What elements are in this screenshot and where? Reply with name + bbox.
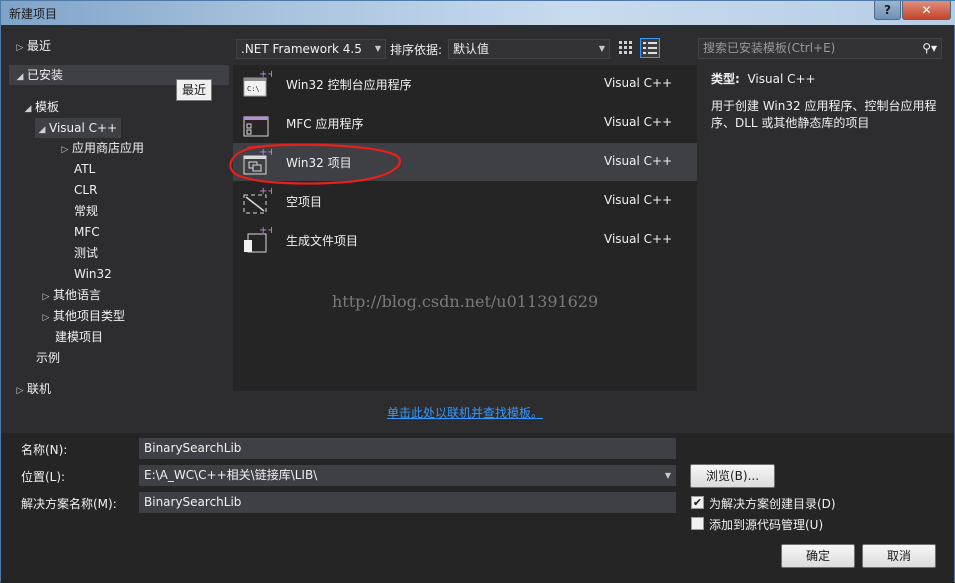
expand-arrow-icon[interactable]: ▷ bbox=[58, 140, 72, 160]
tree-item-store-apps[interactable]: ▷ 应用商店应用 bbox=[58, 138, 144, 158]
collapse-arrow-icon[interactable]: ◢ bbox=[21, 99, 35, 119]
tree-item-win32[interactable]: Win32 bbox=[74, 264, 112, 284]
browse-button[interactable]: 浏览(B)... bbox=[690, 464, 775, 488]
title-bar: 新建项目 ? ✕ bbox=[1, 1, 955, 25]
tree-item-atl[interactable]: ATL bbox=[74, 159, 95, 179]
svg-text:++: ++ bbox=[259, 225, 272, 236]
tree-item-recent[interactable]: ▷ 最近 bbox=[13, 36, 51, 56]
svg-text:C:\: C:\ bbox=[247, 85, 260, 93]
tree-item-clr[interactable]: CLR bbox=[74, 180, 97, 200]
svg-text:++: ++ bbox=[259, 186, 272, 197]
watermark-text: http://blog.csdn.net/u011391629 bbox=[332, 292, 599, 311]
red-annotation-circle bbox=[229, 143, 401, 185]
makefile-project-icon: ++ bbox=[244, 225, 272, 253]
tree-item-other-languages[interactable]: ▷ 其他语言 bbox=[39, 285, 101, 305]
expand-arrow-icon[interactable]: ▷ bbox=[13, 381, 27, 401]
tree-item-general[interactable]: 常规 bbox=[74, 201, 98, 221]
empty-project-icon: ++ bbox=[243, 186, 272, 214]
template-search-input[interactable]: 搜索已安装模板(Ctrl+E) ⚲▾ bbox=[698, 38, 942, 59]
collapse-arrow-icon[interactable]: ◢ bbox=[13, 67, 27, 87]
dropdown-arrow-icon: ▼ bbox=[374, 44, 381, 53]
grid-view-icon bbox=[619, 41, 632, 54]
help-button[interactable]: ? bbox=[874, 1, 901, 20]
source-control-label: 添加到源代码管理(U) bbox=[709, 518, 824, 532]
solution-name-input[interactable]: BinarySearchLib bbox=[139, 492, 676, 513]
expand-arrow-icon[interactable]: ▷ bbox=[39, 287, 53, 307]
template-description: 类型: Visual C++ 用于创建 Win32 应用程序、控制台应用程序、D… bbox=[711, 71, 946, 132]
project-settings-form: 名称(N): BinarySearchLib 位置(L): E:\A_WC\C+… bbox=[1, 433, 954, 583]
type-value: Visual C++ bbox=[747, 72, 816, 86]
tree-item-online[interactable]: ▷ 联机 bbox=[13, 379, 51, 399]
list-view-icon bbox=[643, 42, 657, 54]
cancel-button[interactable]: 取消 bbox=[862, 544, 936, 568]
expand-arrow-icon[interactable]: ▷ bbox=[39, 308, 53, 328]
find-templates-online-link[interactable]: 单击此处以联机并查找模板。 bbox=[387, 404, 543, 421]
recent-tooltip: 最近 bbox=[176, 79, 213, 101]
mfc-app-icon bbox=[243, 116, 269, 137]
close-button[interactable]: ✕ bbox=[902, 1, 951, 20]
framework-dropdown[interactable]: .NET Framework 4.5 ▼ bbox=[236, 39, 386, 59]
source-control-checkbox[interactable] bbox=[691, 517, 704, 530]
solution-name-label: 解决方案名称(M): bbox=[21, 497, 117, 511]
create-directory-checkbox[interactable]: ✔ bbox=[691, 496, 704, 509]
tree-item-mfc[interactable]: MFC bbox=[74, 222, 100, 242]
sort-label: 排序依据: bbox=[390, 43, 443, 57]
tree-item-templates[interactable]: ◢ 模板 bbox=[21, 97, 59, 117]
small-icons-view-button[interactable] bbox=[616, 38, 636, 58]
collapse-arrow-icon[interactable]: ◢ bbox=[35, 120, 49, 140]
dialog-title: 新建项目 bbox=[9, 7, 58, 21]
template-row-win32-console[interactable]: C:\ ++ Win32 控制台应用程序 Visual C++ bbox=[233, 65, 697, 103]
new-project-dialog: 新建项目 ? ✕ ▷ 最近 ◢ 已安装 ◢ 模板 ◢ Visual C++ ▷ 应用商店应… bbox=[0, 0, 955, 583]
tree-item-test[interactable]: 测试 bbox=[74, 243, 98, 263]
tree-item-visual-cpp[interactable]: ◢ Visual C++ bbox=[35, 118, 122, 140]
tree-item-modeling-projects[interactable]: 建模项目 bbox=[55, 327, 103, 347]
template-list: C:\ ++ Win32 控制台应用程序 Visual C++ MFC 应用程序… bbox=[233, 65, 697, 391]
template-row-mfc-app[interactable]: MFC 应用程序 Visual C++ bbox=[233, 104, 697, 142]
console-app-icon: C:\ ++ bbox=[243, 69, 272, 97]
sort-dropdown[interactable]: 默认值 ▼ bbox=[448, 39, 610, 59]
location-combo[interactable]: E:\A_WC\C++相关\链接库\LIB\ ▼ bbox=[139, 465, 676, 486]
svg-text:++: ++ bbox=[259, 69, 272, 80]
type-label: 类型: bbox=[711, 72, 740, 86]
template-row-empty-project[interactable]: ++ 空项目 Visual C++ bbox=[233, 182, 697, 220]
dropdown-arrow-icon: ▼ bbox=[598, 44, 605, 53]
ok-button[interactable]: 确定 bbox=[781, 544, 855, 568]
search-icon[interactable]: ⚲▾ bbox=[922, 39, 937, 58]
create-directory-label: 为解决方案创建目录(D) bbox=[709, 497, 836, 511]
tree-item-other-project-types[interactable]: ▷ 其他项目类型 bbox=[39, 306, 125, 326]
name-label: 名称(N): bbox=[21, 443, 68, 457]
list-view-button[interactable] bbox=[640, 38, 660, 58]
template-row-makefile-project[interactable]: ++ 生成文件项目 Visual C++ bbox=[233, 221, 697, 259]
project-name-input[interactable]: BinarySearchLib bbox=[139, 438, 676, 459]
location-label: 位置(L): bbox=[21, 470, 66, 484]
description-text: 用于创建 Win32 应用程序、控制台应用程序、DLL 或其他静态库的项目 bbox=[711, 99, 937, 130]
expand-arrow-icon[interactable]: ▷ bbox=[13, 38, 27, 58]
dropdown-arrow-icon[interactable]: ▼ bbox=[665, 466, 671, 485]
tree-item-samples[interactable]: 示例 bbox=[36, 348, 60, 368]
